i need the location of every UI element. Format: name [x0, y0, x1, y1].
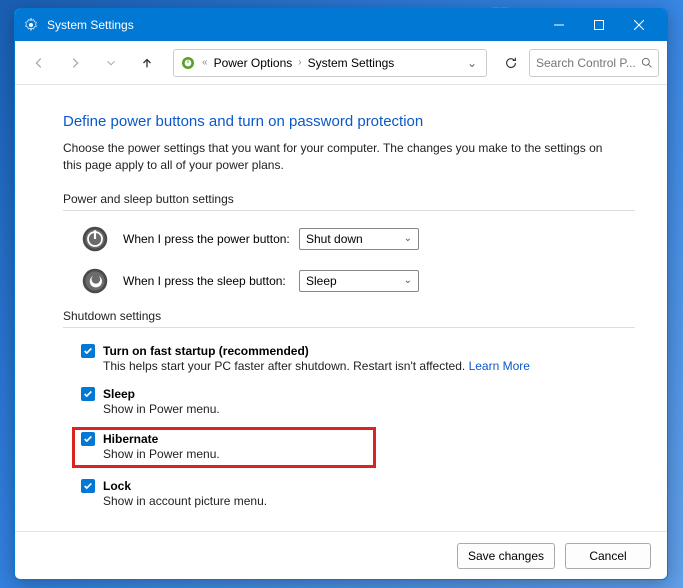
option-lock: Lock Show in account picture menu. — [81, 477, 635, 510]
breadcrumb-item[interactable]: Power Options — [214, 56, 293, 70]
search-icon — [641, 56, 652, 69]
option-sleep: Sleep Show in Power menu. — [81, 385, 635, 418]
page-description: Choose the power settings that you want … — [63, 140, 623, 174]
option-fast-startup: Turn on fast startup (recommended) This … — [81, 342, 635, 375]
search-box[interactable] — [529, 49, 659, 77]
footer: Save changes Cancel — [15, 531, 667, 579]
learn-more-link[interactable]: Learn More — [469, 359, 530, 373]
settings-icon — [23, 17, 39, 33]
page-heading: Define power buttons and turn on passwor… — [63, 113, 635, 130]
section-title-shutdown: Shutdown settings — [63, 309, 635, 323]
shutdown-settings-list: Turn on fast startup (recommended) This … — [63, 342, 635, 510]
checkbox-fast-startup[interactable] — [81, 344, 95, 358]
option-label: Turn on fast startup (recommended) — [103, 344, 309, 358]
window-title: System Settings — [47, 18, 539, 32]
titlebar: System Settings — [15, 9, 667, 41]
chevron-right-icon: › — [298, 57, 301, 68]
option-label: Lock — [103, 479, 131, 493]
chevron-down-icon: ⌄ — [404, 275, 412, 286]
option-label: Hibernate — [103, 432, 158, 446]
minimize-button[interactable] — [539, 9, 579, 41]
save-button[interactable]: Save changes — [457, 543, 555, 569]
content-area: Define power buttons and turn on passwor… — [15, 85, 667, 531]
breadcrumb-item[interactable]: System Settings — [308, 56, 395, 70]
close-button[interactable] — [619, 9, 659, 41]
option-label: Sleep — [103, 387, 135, 401]
sleep-button-label: When I press the sleep button: — [123, 274, 299, 288]
sleep-button-row: When I press the sleep button: Sleep ⌄ — [63, 267, 635, 295]
power-button-icon — [81, 225, 109, 253]
back-button[interactable] — [23, 47, 55, 79]
select-value: Shut down — [306, 232, 363, 246]
checkbox-lock[interactable] — [81, 479, 95, 493]
address-bar[interactable]: « Power Options › System Settings ⌄ — [173, 49, 487, 77]
forward-button[interactable] — [59, 47, 91, 79]
search-input[interactable] — [536, 56, 635, 70]
sleep-button-icon — [81, 267, 109, 295]
option-sub: Show in account picture menu. — [103, 494, 635, 508]
power-options-icon — [180, 55, 196, 71]
option-sub: Show in Power menu. — [103, 447, 367, 461]
refresh-button[interactable] — [497, 49, 525, 77]
option-sub: This helps start your PC faster after sh… — [103, 359, 635, 373]
toolbar: « Power Options › System Settings ⌄ — [15, 41, 667, 85]
power-button-label: When I press the power button: — [123, 232, 299, 246]
option-sub: Show in Power menu. — [103, 402, 635, 416]
sleep-button-select[interactable]: Sleep ⌄ — [299, 270, 419, 292]
checkbox-sleep[interactable] — [81, 387, 95, 401]
divider — [63, 210, 635, 211]
maximize-button[interactable] — [579, 9, 619, 41]
checkbox-hibernate[interactable] — [81, 432, 95, 446]
breadcrumb-prefix: « — [202, 57, 208, 68]
select-value: Sleep — [306, 274, 337, 288]
power-button-row: When I press the power button: Shut down… — [63, 225, 635, 253]
window: System Settings « — [14, 8, 668, 580]
up-button[interactable] — [131, 47, 163, 79]
address-dropdown[interactable]: ⌄ — [464, 56, 480, 70]
recent-button[interactable] — [95, 47, 127, 79]
power-button-select[interactable]: Shut down ⌄ — [299, 228, 419, 250]
option-hibernate: Hibernate Show in Power menu. — [73, 428, 375, 467]
chevron-down-icon: ⌄ — [404, 233, 412, 244]
section-title-buttons: Power and sleep button settings — [63, 192, 635, 206]
cancel-button[interactable]: Cancel — [565, 543, 651, 569]
divider — [63, 327, 635, 328]
